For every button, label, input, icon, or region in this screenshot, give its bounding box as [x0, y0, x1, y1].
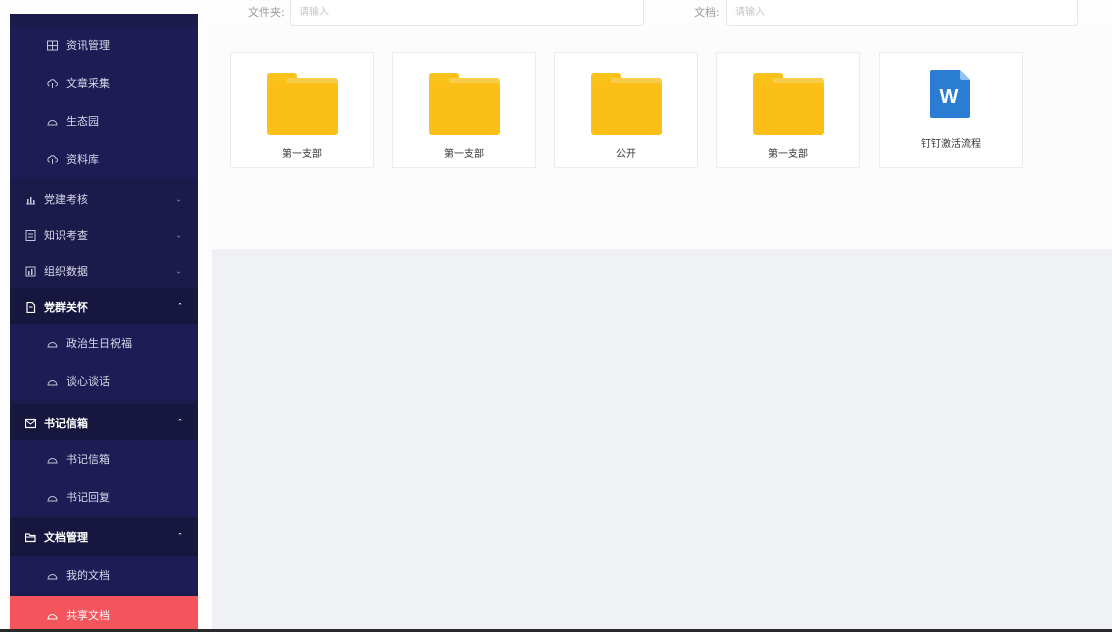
folder-filter-label: 文件夹:: [248, 6, 285, 19]
folder-icon: [267, 73, 338, 135]
upload-cloud-icon: [46, 77, 58, 89]
mail-icon: [24, 417, 36, 429]
sidebar-item-political-birthday[interactable]: 政治生日祝福: [10, 324, 198, 362]
circle-icon: [46, 491, 58, 503]
folder-card[interactable]: 第一支部: [230, 52, 374, 168]
document-name: 钉钉激活流程: [921, 139, 981, 150]
sidebar-item-party-care[interactable]: 党群关怀 ˆ: [10, 288, 198, 326]
sidebar-nav: 资讯管理 文章采集 生态园 资料库 党建考核 ⌄ 知识考查 ⌄ 组织数据 ⌄ 党…: [10, 14, 198, 632]
circle-icon: [46, 337, 58, 349]
word-badge: W: [940, 86, 959, 108]
bar-chart-icon: [24, 193, 36, 205]
folder-search-input[interactable]: [290, 0, 644, 26]
sidebar-item-party-assessment[interactable]: 党建考核 ⌄: [10, 180, 198, 218]
chevron-up-icon: ˆ: [178, 302, 182, 312]
filter-bar: 文件夹: 文档:: [212, 0, 1112, 30]
circle-icon: [46, 609, 58, 621]
app-page: 资讯管理 文章采集 生态园 资料库 党建考核 ⌄ 知识考查 ⌄ 组织数据 ⌄ 党…: [0, 0, 1112, 632]
document-search-input[interactable]: [726, 0, 1078, 26]
folder-name: 第一支部: [768, 149, 808, 160]
folder-name: 公开: [616, 149, 636, 160]
sidebar-item-label: 组织数据: [44, 265, 88, 278]
chevron-down-icon: ⌄: [175, 266, 182, 276]
sidebar-item-label: 共享文档: [66, 609, 110, 622]
sidebar-item-secretary-mailbox[interactable]: 书记信箱: [10, 440, 198, 478]
sidebar-item-label: 资料库: [66, 153, 99, 166]
sidebar-item-secretary-reply[interactable]: 书记回复: [10, 478, 198, 516]
chevron-down-icon: ⌄: [175, 194, 182, 204]
sidebar-item-label: 谈心谈话: [66, 375, 110, 388]
content-empty-area: [212, 249, 1112, 632]
sidebar-item-label: 党建考核: [44, 193, 88, 206]
document-filter-label: 文档:: [694, 6, 720, 19]
sidebar-item-label: 我的文档: [66, 569, 110, 582]
folder-card[interactable]: 第一支部: [716, 52, 860, 168]
folder-icon: [429, 73, 500, 135]
document-card[interactable]: W 钉钉激活流程: [879, 52, 1023, 168]
grid-icon: [46, 39, 58, 51]
sidebar-item-secretary-mailbox-group[interactable]: 书记信箱 ˆ: [10, 404, 198, 442]
sidebar-item-label: 文档管理: [44, 531, 88, 544]
column-chart-icon: [24, 265, 36, 277]
sidebar-item-label: 书记回复: [66, 491, 110, 504]
sidebar-item-document-management[interactable]: 文档管理 ˆ: [10, 518, 198, 556]
chevron-down-icon: ⌄: [175, 230, 182, 240]
sidebar-item-label: 党群关怀: [44, 301, 88, 314]
sidebar-item-label: 生态园: [66, 115, 99, 128]
word-document-icon: W: [930, 70, 970, 118]
circle-icon: [46, 375, 58, 387]
folder-name: 第一支部: [282, 149, 322, 160]
folder-icon: [591, 73, 662, 135]
sidebar-item-news-management[interactable]: 资讯管理: [10, 26, 198, 64]
folder-open-icon: [24, 531, 36, 543]
sidebar-item-label: 文章采集: [66, 77, 110, 90]
circle-icon: [46, 569, 58, 581]
sidebar-item-shared-documents[interactable]: 共享文档: [10, 596, 198, 632]
chevron-up-icon: ˆ: [178, 418, 182, 428]
sidebar-item-article-collection[interactable]: 文章采集: [10, 64, 198, 102]
sidebar-item-label: 政治生日祝福: [66, 337, 132, 350]
sidebar-item-knowledge-test[interactable]: 知识考查 ⌄: [10, 216, 198, 254]
circle-icon: [46, 453, 58, 465]
folder-name: 第一支部: [444, 149, 484, 160]
sidebar-item-eco-park[interactable]: 生态园: [10, 102, 198, 140]
chevron-up-icon: ˆ: [178, 532, 182, 542]
sidebar-item-resource-library[interactable]: 资料库: [10, 140, 198, 178]
document-icon: [24, 301, 36, 313]
circle-icon: [46, 115, 58, 127]
sidebar-item-my-documents[interactable]: 我的文档: [10, 556, 198, 594]
folder-icon: [753, 73, 824, 135]
checklist-icon: [24, 229, 36, 241]
upload-cloud-icon: [46, 153, 58, 165]
sidebar-item-label: 资讯管理: [66, 39, 110, 52]
sidebar-item-label: 书记信箱: [44, 417, 88, 430]
sidebar-item-label: 知识考查: [44, 229, 88, 242]
sidebar-item-label: 书记信箱: [66, 453, 110, 466]
folder-card[interactable]: 公开: [554, 52, 698, 168]
folder-card[interactable]: 第一支部: [392, 52, 536, 168]
sidebar-item-heart-talk[interactable]: 谈心谈话: [10, 362, 198, 400]
sidebar-item-organization-data[interactable]: 组织数据 ⌄: [10, 252, 198, 290]
